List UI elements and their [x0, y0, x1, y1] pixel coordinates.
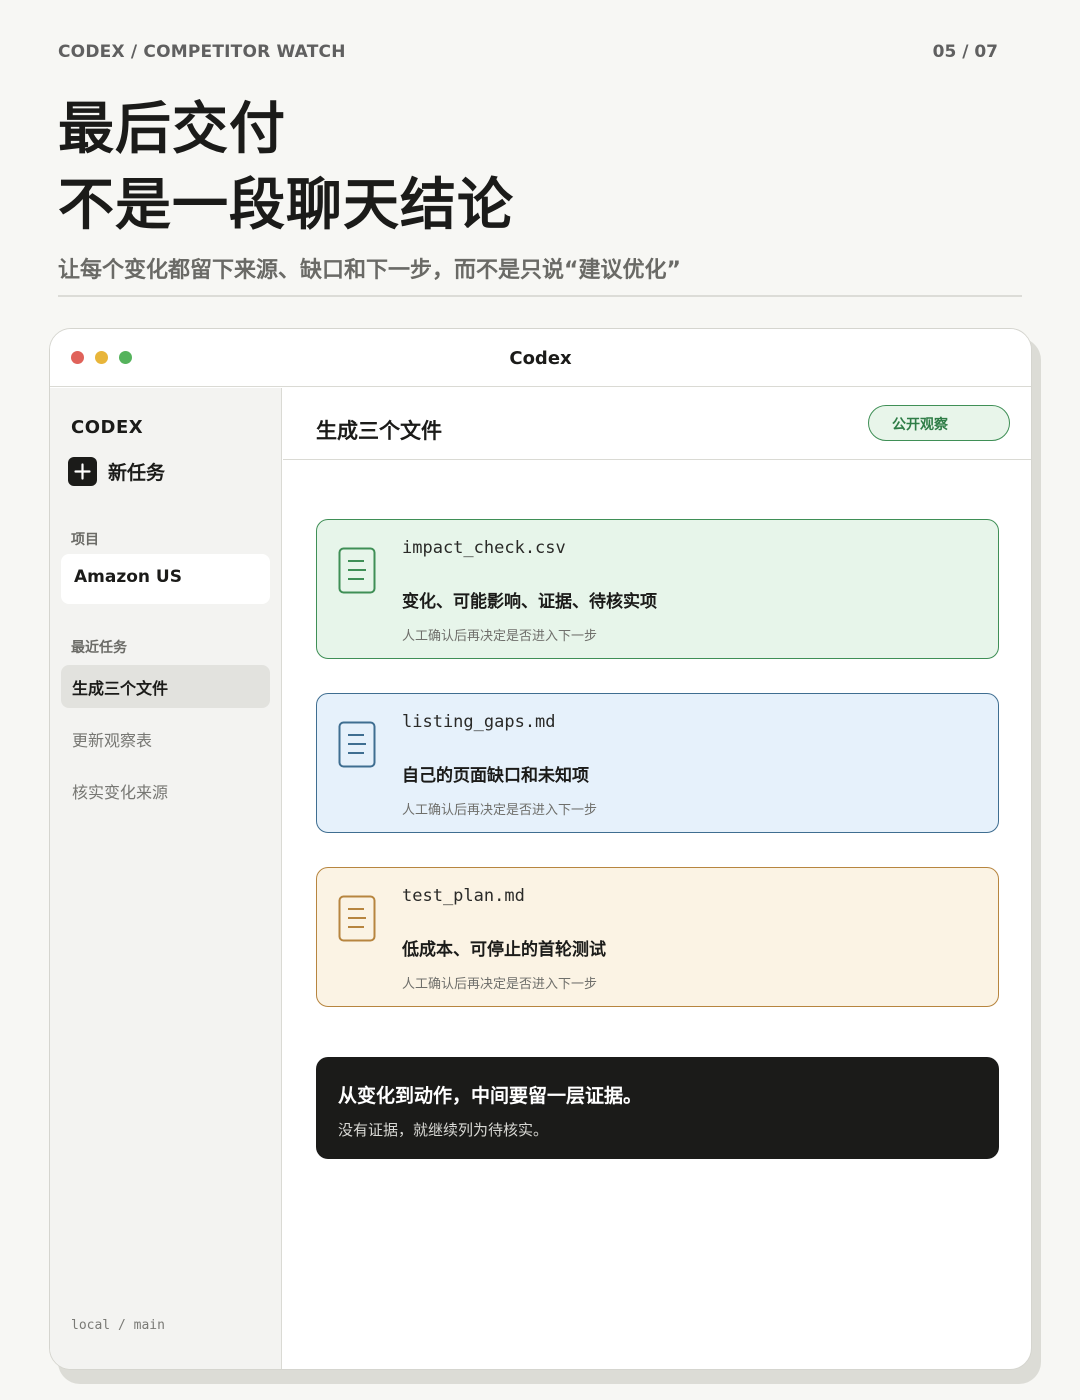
evidence-callout: 从变化到动作，中间要留一层证据。 没有证据，就继续列为待核实。: [316, 1057, 999, 1159]
window-title: Codex: [509, 348, 572, 369]
sidebar-task-update-watchlist[interactable]: 更新观察表: [61, 717, 270, 760]
file-name: listing_gaps.md: [402, 712, 556, 732]
file-card-test-plan[interactable]: test_plan.md 低成本、可停止的首轮测试 人工确认后再决定是否进入下一…: [316, 867, 999, 1007]
app-window: Codex CODEX 新任务 项目 Amazon US 最近任务 生成三个文件…: [49, 328, 1032, 1370]
file-note: 人工确认后再决定是否进入下一步: [402, 803, 598, 818]
headline-line-1: 最后交付: [58, 97, 286, 162]
callout-subtitle: 没有证据，就继续列为待核实。: [338, 1121, 549, 1139]
title-bar: Codex: [50, 329, 1031, 387]
document-icon: [338, 547, 376, 594]
file-description: 低成本、可停止的首轮测试: [402, 940, 606, 960]
file-name: test_plan.md: [402, 886, 525, 906]
eyebrow: CODEX / COMPETITOR WATCH: [58, 42, 346, 62]
recent-tasks-section-label: 最近任务: [71, 640, 127, 656]
file-description: 自己的页面缺口和未知项: [402, 766, 589, 786]
main-header: 生成三个文件 公开观察: [283, 388, 1031, 460]
branch-indicator: local / main: [71, 1318, 165, 1333]
page-indicator: 05 / 07: [932, 42, 998, 62]
divider: [58, 295, 1022, 297]
main-panel: 生成三个文件 公开观察 impact_check.csv 变化、可能影响、证据、…: [283, 388, 1031, 1369]
file-note: 人工确认后再决定是否进入下一步: [402, 977, 598, 992]
new-task-label: 新任务: [108, 461, 166, 484]
projects-section-label: 项目: [71, 532, 99, 548]
headline: 最后交付 不是一段聊天结论: [58, 92, 514, 244]
callout-title: 从变化到动作，中间要留一层证据。: [338, 1085, 643, 1107]
file-note: 人工确认后再决定是否进入下一步: [402, 629, 598, 644]
file-name: impact_check.csv: [402, 538, 566, 558]
page-title: 生成三个文件: [316, 419, 442, 443]
subtitle: 让每个变化都留下来源、缺口和下一步，而不是只说“建议优化”: [58, 258, 681, 283]
headline-line-2: 不是一段聊天结论: [58, 173, 514, 238]
file-description: 变化、可能影响、证据、待核实项: [402, 592, 657, 612]
new-task-button[interactable]: 新任务: [68, 456, 165, 486]
plus-icon: [68, 456, 97, 486]
document-icon: [338, 895, 376, 942]
sidebar-task-generate-files[interactable]: 生成三个文件: [61, 665, 270, 708]
sidebar-brand: CODEX: [71, 417, 144, 438]
public-observation-badge[interactable]: 公开观察: [868, 405, 1010, 441]
sidebar-item-project[interactable]: Amazon US: [61, 554, 270, 604]
sidebar: CODEX 新任务 项目 Amazon US 最近任务 生成三个文件 更新观察表…: [50, 388, 282, 1369]
page: CODEX / COMPETITOR WATCH 05 / 07 最后交付 不是…: [0, 0, 1080, 1400]
file-card-listing-gaps[interactable]: listing_gaps.md 自己的页面缺口和未知项 人工确认后再决定是否进入…: [316, 693, 999, 833]
file-card-impact-check[interactable]: impact_check.csv 变化、可能影响、证据、待核实项 人工确认后再决…: [316, 519, 999, 659]
sidebar-task-verify-sources[interactable]: 核实变化来源: [61, 769, 270, 812]
document-icon: [338, 721, 376, 768]
